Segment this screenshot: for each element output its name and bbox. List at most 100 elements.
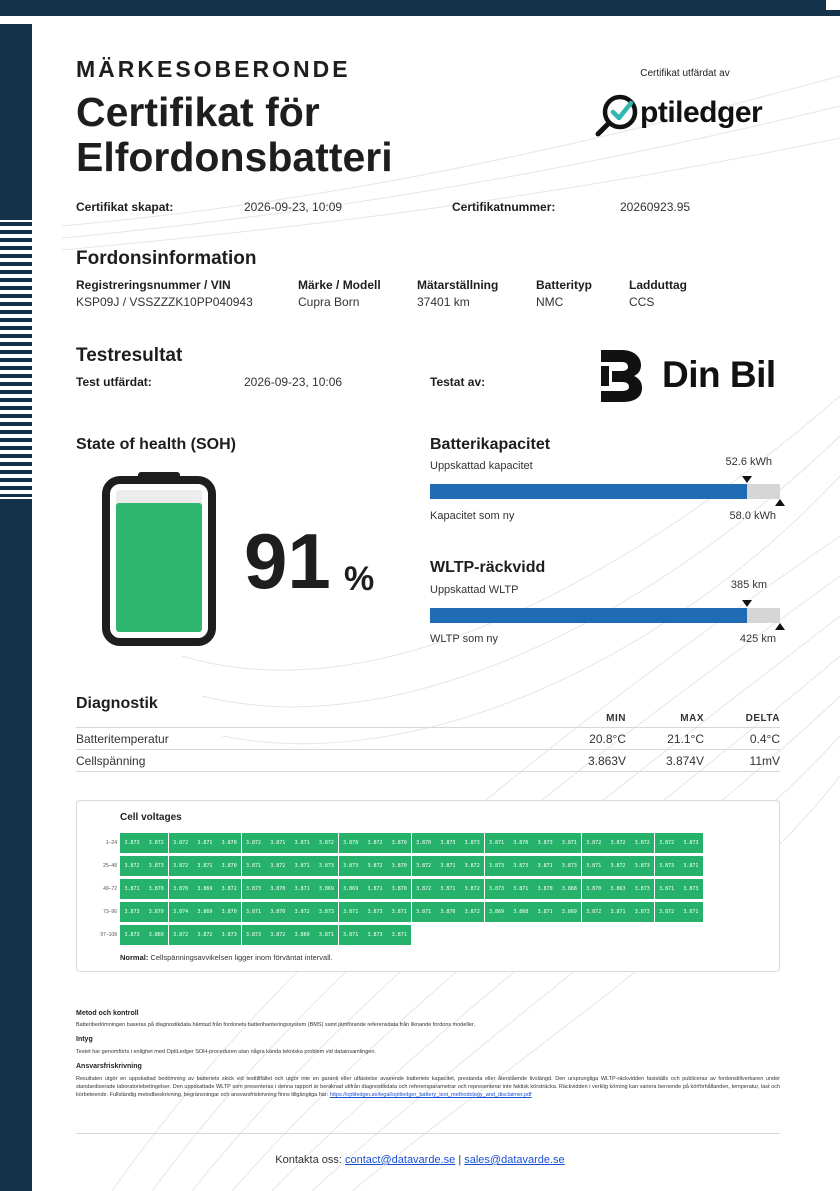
cell-voltage: 3.871 <box>241 902 266 922</box>
attest-heading: Intyg <box>76 1036 93 1043</box>
cell-voltages-note: Normal: Cellspänningsavvikelsen ligger i… <box>120 953 333 962</box>
cell-voltage: 3.872 <box>581 833 606 853</box>
diag-row-temp-name: Batteritemperatur <box>76 732 169 746</box>
cell-voltage: 3.870 <box>265 879 290 899</box>
cell-voltage: 3.873 <box>630 856 655 876</box>
diag-col-min: MIN <box>606 713 626 724</box>
vin-label: Registreringsnummer / VIN <box>76 278 231 292</box>
battery-level-graphic <box>102 472 216 646</box>
cell-voltage: 3.870 <box>435 902 460 922</box>
cell-voltage: 3.873 <box>630 902 655 922</box>
cell-voltage: 3.873 <box>484 879 509 899</box>
footer-separator: | <box>458 1154 462 1166</box>
cell-voltage: 3.870 <box>144 879 169 899</box>
cell-voltage: 3.869 <box>314 879 339 899</box>
cell-voltage: 3.868 <box>508 902 533 922</box>
din-bil-logo-text: Din Bil <box>662 354 776 395</box>
cell-row-label: 25–48 <box>103 863 117 869</box>
cell-voltage: 3.872 <box>460 902 485 922</box>
cell-voltage: 3.870 <box>168 879 193 899</box>
diag-row-temp-max: 21.1°C <box>667 732 704 746</box>
cell-voltage: 3.872 <box>168 925 193 945</box>
footer-email-sales[interactable]: sales@datavarde.se <box>464 1154 564 1166</box>
cell-voltage: 3.871 <box>290 856 315 876</box>
cell-row-label: 73–96 <box>103 909 117 915</box>
make-model-label: Märke / Modell <box>298 278 381 292</box>
test-issued-label: Test utfärdat: <box>76 375 152 389</box>
wltp-new-value: 425 km <box>739 633 776 645</box>
cell-note-status: Normal: <box>120 953 149 962</box>
diag-row-temp-min: 20.8°C <box>589 732 626 746</box>
capacity-bar-fill <box>430 484 747 499</box>
magnifier-check-icon <box>595 94 638 137</box>
cell-voltage: 3.872 <box>290 902 315 922</box>
battery-type-value: NMC <box>536 295 564 309</box>
certificate-created-value: 2026-09-23, 10:09 <box>244 200 343 214</box>
cell-voltage: 3.872 <box>606 833 630 853</box>
method-text: Batteribedömningen baseras på diagnostik… <box>76 1022 475 1028</box>
disclaimer-heading: Ansvarsfriskrivning <box>76 1063 142 1070</box>
cell-voltage: 3.871 <box>290 833 315 853</box>
cell-voltage: 3.872 <box>654 833 679 853</box>
cell-voltage: 3.869 <box>290 925 315 945</box>
odometer-value: 37401 km <box>417 295 470 309</box>
cell-voltage: 3.871 <box>678 856 703 876</box>
cell-voltage: 3.872 <box>241 833 266 853</box>
cell-voltage: 3.873 <box>654 856 679 876</box>
cell-voltage: 3.872 <box>144 833 169 853</box>
cell-voltage: 3.871 <box>508 879 533 899</box>
top-border-bar <box>0 0 840 16</box>
footer-divider <box>76 1133 780 1134</box>
cell-voltage: 3.872 <box>460 856 485 876</box>
cell-voltage: 3.869 <box>144 925 169 945</box>
footer-email-contact[interactable]: contact@datavarde.se <box>345 1154 455 1166</box>
wltp-heading: WLTP-räckvidd <box>430 559 546 576</box>
cell-voltage: 3.870 <box>217 833 242 853</box>
left-border-stripe-top <box>0 24 32 220</box>
diag-row-temp-delta: 0.4°C <box>749 732 780 746</box>
cell-voltage: 3.872 <box>314 833 339 853</box>
wltp-new-marker <box>775 623 785 630</box>
cell-row-label: 1–24 <box>105 840 117 846</box>
vin-value: KSP09J / VSSZZZK10PP040943 <box>76 295 253 309</box>
certificate-created-label: Certifikat skapat: <box>76 200 174 214</box>
wltp-estimated-label: Uppskattad WLTP <box>430 584 519 596</box>
cell-voltage: 3.872 <box>654 902 679 922</box>
cell-voltage: 3.870 <box>387 856 412 876</box>
diag-row-voltage-delta: 11mV <box>749 754 780 768</box>
odometer-label: Mätarställning <box>417 278 499 292</box>
cell-voltage: 3.872 <box>168 833 193 853</box>
cell-voltage: 3.872 <box>411 856 436 876</box>
cell-voltage: 3.871 <box>338 925 363 945</box>
disclaimer-link[interactable]: https://optiledger.se/legal/optiledger_b… <box>330 1092 532 1098</box>
diag-col-max: MAX <box>680 713 704 724</box>
footer-contact: Kontakta oss: contact@datavarde.se | sal… <box>0 1154 840 1166</box>
cell-voltage: 3.871 <box>606 902 630 922</box>
cell-voltage: 3.872 <box>630 833 655 853</box>
capacity-new-marker <box>775 499 785 506</box>
test-issued-value: 2026-09-23, 10:06 <box>244 375 343 389</box>
cell-voltage: 3.872 <box>192 925 217 945</box>
cell-voltage: 3.872 <box>265 856 290 876</box>
left-border-stripe-bottom <box>0 499 32 1191</box>
battery-icon <box>102 472 216 646</box>
cell-voltage: 3.872 <box>411 879 436 899</box>
cell-voltages-panel: Cell voltages Normal: Cellspänningsavvik… <box>76 800 780 972</box>
cell-voltage: 3.869 <box>192 879 217 899</box>
diag-divider <box>76 727 780 728</box>
cell-voltage: 3.870 <box>533 879 558 899</box>
diag-row-voltage-name: Cellspänning <box>76 754 146 768</box>
capacity-estimated-value: 52.6 kWh <box>725 456 772 468</box>
cell-voltage: 3.871 <box>363 879 387 899</box>
battery-type-label: Batterityp <box>536 278 593 292</box>
capacity-new-value: 58.0 kWh <box>729 510 776 522</box>
cell-voltage: 3.871 <box>338 902 363 922</box>
din-bil-logo: Din Bil <box>598 348 778 404</box>
cell-voltage: 3.872 <box>168 856 193 876</box>
left-border-stripe-lines <box>0 222 32 497</box>
cell-voltage: 3.872 <box>265 925 290 945</box>
battery-fill-level <box>116 503 202 632</box>
cell-voltage: 3.873 <box>363 925 387 945</box>
charge-port-value: CCS <box>629 295 655 309</box>
cell-voltage: 3.873 <box>217 925 242 945</box>
